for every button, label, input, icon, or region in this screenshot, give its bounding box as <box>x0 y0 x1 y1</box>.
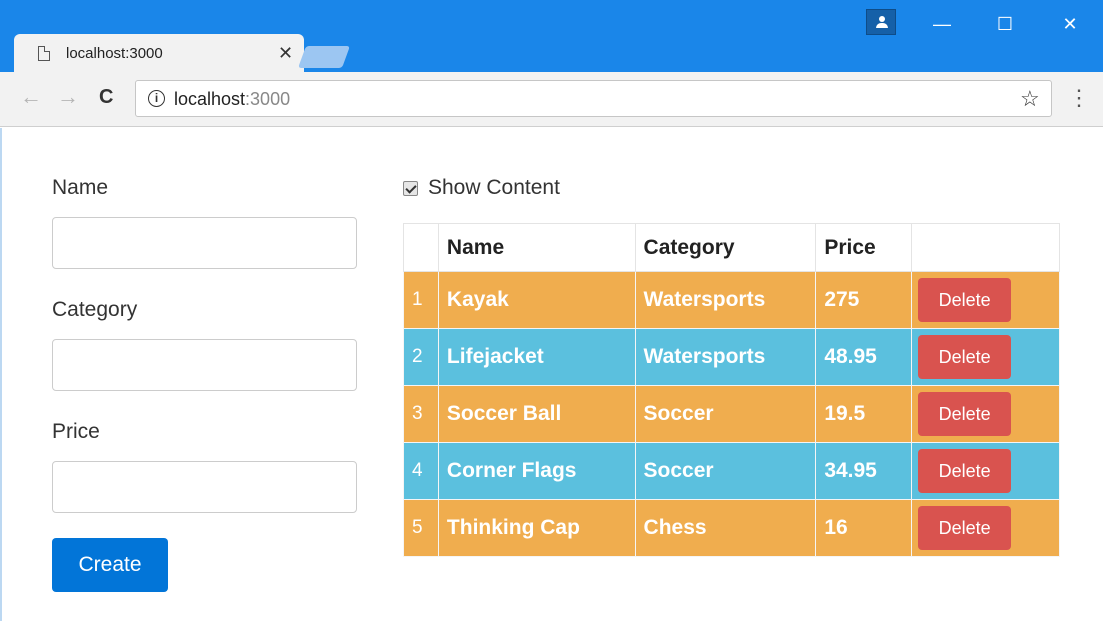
delete-button[interactable]: Delete <box>918 449 1012 493</box>
row-index: 2 <box>403 328 439 386</box>
url-text[interactable]: localhost:3000 <box>174 89 290 110</box>
price-input[interactable] <box>52 461 357 513</box>
browser-titlebar: localhost:3000 ✕ — ☐ ✕ <box>0 0 1103 74</box>
table-row: 1 Kayak Watersports 275 Delete <box>403 271 1060 329</box>
row-name: Lifejacket <box>437 328 636 386</box>
tab-title: localhost:3000 <box>66 45 163 62</box>
row-index: 3 <box>403 385 439 443</box>
name-label: Name <box>52 176 109 199</box>
row-name: Thinking Cap <box>437 499 636 557</box>
page-icon <box>38 46 50 61</box>
show-content-label: Show Content <box>428 176 560 199</box>
row-actions: Delete <box>911 385 1060 443</box>
browser-tab[interactable]: localhost:3000 ✕ <box>14 34 304 74</box>
info-icon[interactable]: i <box>148 90 165 107</box>
delete-button[interactable]: Delete <box>918 392 1012 436</box>
table-row: 2 Lifejacket Watersports 48.95 Delete <box>403 328 1060 386</box>
create-button[interactable]: Create <box>52 538 168 592</box>
row-index: 1 <box>403 271 439 329</box>
browser-menu-icon[interactable]: ⋮ <box>1068 87 1090 109</box>
header-price: Price <box>815 223 913 272</box>
table-row: 3 Soccer Ball Soccer 19.5 Delete <box>403 385 1060 443</box>
forward-arrow-icon[interactable]: → <box>57 86 79 108</box>
row-actions: Delete <box>911 499 1060 557</box>
maximize-button[interactable]: ☐ <box>990 12 1020 36</box>
bookmark-star-icon[interactable]: ☆ <box>1020 86 1040 112</box>
delete-button[interactable]: Delete <box>918 335 1012 379</box>
row-category: Watersports <box>634 271 817 329</box>
url-port: :3000 <box>245 89 291 109</box>
table-row: 5 Thinking Cap Chess 16 Delete <box>403 499 1060 557</box>
row-category: Watersports <box>634 328 817 386</box>
delete-button[interactable]: Delete <box>918 278 1012 322</box>
row-actions: Delete <box>911 442 1060 500</box>
header-category: Category <box>634 223 817 272</box>
category-label: Category <box>52 298 138 321</box>
row-category: Soccer <box>634 385 817 443</box>
row-index: 5 <box>403 499 439 557</box>
show-content-checkbox[interactable] <box>403 180 418 196</box>
row-category: Soccer <box>634 442 817 500</box>
row-name: Soccer Ball <box>437 385 636 443</box>
url-host: localhost <box>174 89 246 109</box>
table-header-row: Name Category Price <box>403 223 1060 272</box>
row-price: 34.95 <box>815 442 913 500</box>
name-input[interactable] <box>52 217 357 269</box>
address-bar[interactable]: i localhost:3000 ☆ <box>135 80 1052 117</box>
price-label: Price <box>52 420 100 443</box>
row-actions: Delete <box>911 271 1060 329</box>
delete-button[interactable]: Delete <box>918 506 1012 550</box>
row-name: Corner Flags <box>437 442 636 500</box>
row-index: 4 <box>403 442 439 500</box>
header-name: Name <box>437 223 636 272</box>
show-content-toggle[interactable]: Show Content <box>403 176 560 200</box>
table-row: 4 Corner Flags Soccer 34.95 Delete <box>403 442 1060 500</box>
close-window-button[interactable]: ✕ <box>1055 12 1085 36</box>
row-price: 16 <box>815 499 913 557</box>
page-content: Name Category Price Create Show Content … <box>0 128 1103 621</box>
header-actions <box>911 223 1060 272</box>
back-arrow-icon[interactable]: ← <box>20 86 42 108</box>
reload-icon[interactable]: C <box>99 86 113 108</box>
tab-close-icon[interactable]: ✕ <box>278 43 293 64</box>
category-input[interactable] <box>52 339 357 391</box>
row-actions: Delete <box>911 328 1060 386</box>
row-price: 19.5 <box>815 385 913 443</box>
row-price: 48.95 <box>815 328 913 386</box>
header-index <box>403 223 439 272</box>
browser-toolbar: ← → C i localhost:3000 ☆ ⋮ <box>0 72 1103 127</box>
new-tab-button[interactable] <box>297 46 351 68</box>
minimize-button[interactable]: — <box>927 12 957 36</box>
products-table: Name Category Price 1 Kayak Watersports … <box>403 223 1060 557</box>
row-price: 275 <box>815 271 913 329</box>
row-name: Kayak <box>437 271 636 329</box>
row-category: Chess <box>634 499 817 557</box>
profile-icon[interactable] <box>866 9 896 35</box>
